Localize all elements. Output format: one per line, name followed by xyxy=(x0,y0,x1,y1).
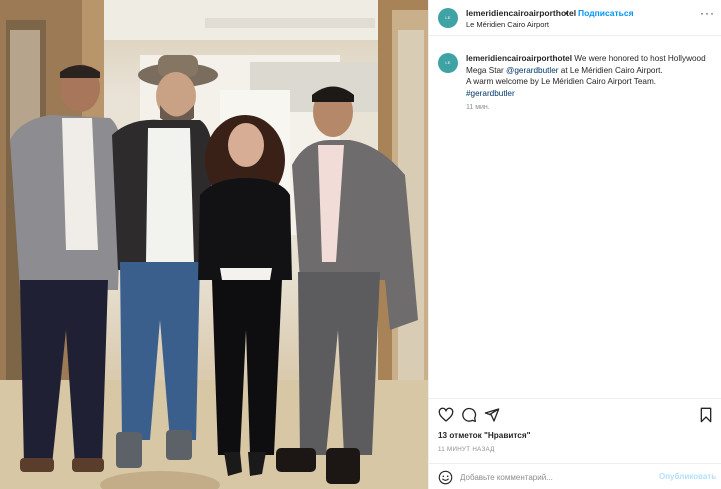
caption-mention[interactable]: @gerardbutler xyxy=(506,66,558,75)
caption-hashtag[interactable]: #gerardbutler xyxy=(466,89,515,98)
follow-button[interactable]: Подписаться xyxy=(578,8,634,18)
post-header: LE MERIDIEN lemeridiencairoairporthotel … xyxy=(429,0,721,36)
caption-line2: A warm welcome by Le Méridien Cairo Airp… xyxy=(466,77,657,86)
caption-part2: at Le Méridien Cairo Airport. xyxy=(558,65,663,75)
share-icon[interactable] xyxy=(484,407,500,423)
post-side-panel: LE MERIDIEN lemeridiencairoairporthotel … xyxy=(428,0,721,489)
emoji-icon[interactable] xyxy=(438,470,453,485)
caption-avatar[interactable]: LE MERIDIEN xyxy=(438,53,458,73)
account-username[interactable]: lemeridiencairoairporthotel xyxy=(466,8,576,18)
avatar-text: LE MERIDIEN xyxy=(445,15,451,20)
caption-username[interactable]: lemeridiencairoairporthotel xyxy=(466,54,572,63)
post-photo[interactable] xyxy=(0,0,428,489)
publish-comment-button[interactable]: Опубликовать xyxy=(659,472,716,481)
caption-timestamp: 11 мин. xyxy=(466,104,490,111)
heart-icon[interactable] xyxy=(438,407,454,423)
comment-bar: Опубликовать xyxy=(429,463,721,489)
post-photo-scene xyxy=(0,0,428,489)
post-time-ago: 11 МИНУТ НАЗАД xyxy=(438,446,495,453)
caption-avatar-text: LE MERIDIEN xyxy=(445,60,451,65)
comment-input[interactable] xyxy=(460,469,650,485)
account-avatar[interactable]: LE MERIDIEN xyxy=(438,8,458,28)
likes-count[interactable]: 13 отметок "Нравится" xyxy=(438,431,531,440)
comment-icon[interactable] xyxy=(461,407,477,423)
post-location[interactable]: Le Méridien Cairo Airport xyxy=(466,20,549,29)
bookmark-icon[interactable] xyxy=(698,407,714,423)
header-separator: • xyxy=(565,8,568,18)
caption-text: lemeridiencairoairporthotel We were hono… xyxy=(466,53,714,99)
more-horizontal-icon[interactable]: ··· xyxy=(700,6,715,20)
post-footer: 13 отметок "Нравится" 11 МИНУТ НАЗАД Опу… xyxy=(429,398,721,489)
